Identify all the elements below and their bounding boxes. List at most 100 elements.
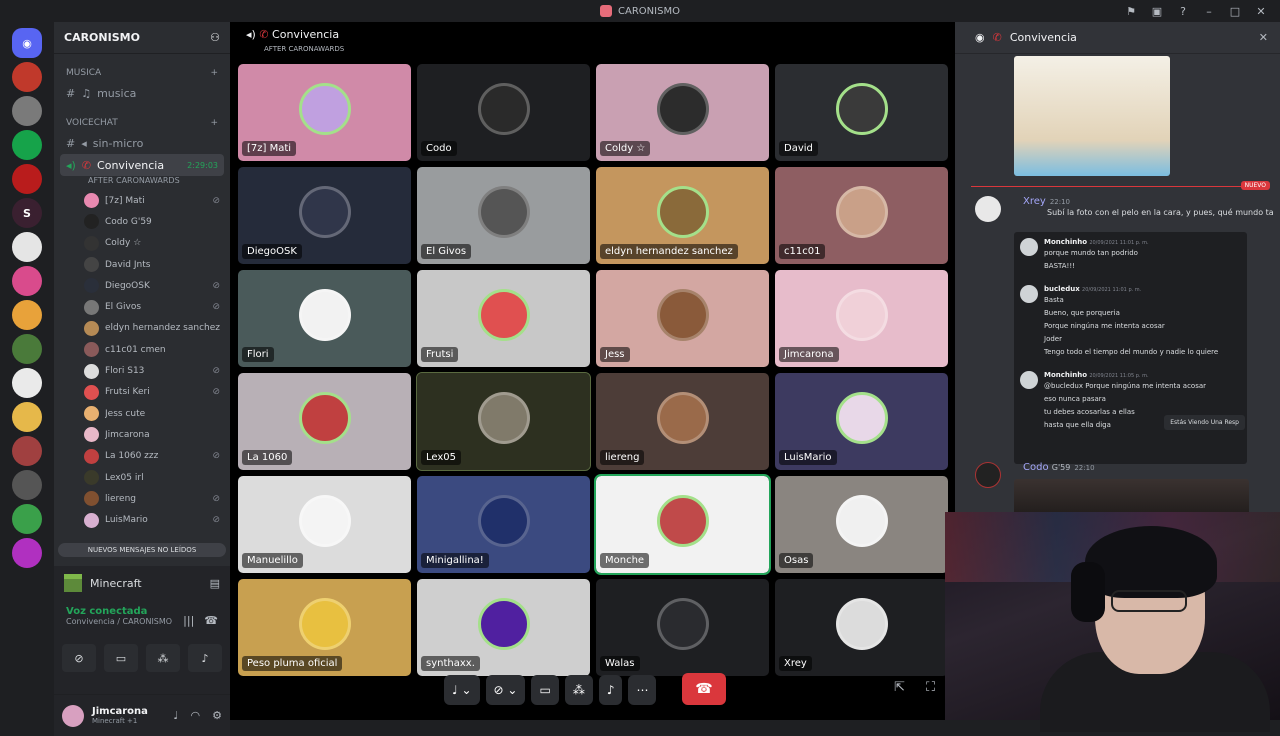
- participant-tile[interactable]: Osas: [775, 476, 948, 573]
- avatar[interactable]: [975, 196, 1001, 222]
- participant-tile[interactable]: Jimcarona: [775, 270, 948, 367]
- maximize-icon[interactable]: □: [1226, 2, 1244, 20]
- mic-icon[interactable]: ♩: [173, 709, 178, 722]
- add-member-icon[interactable]: ⚇: [210, 31, 220, 44]
- disconnect-button[interactable]: ☎: [682, 673, 726, 705]
- server-icon[interactable]: S: [12, 198, 42, 228]
- inbox-icon[interactable]: ⚑: [1122, 2, 1140, 20]
- participant-tile[interactable]: DiegoOSK: [238, 167, 411, 264]
- participant-tile[interactable]: Minigallina!: [417, 476, 590, 573]
- server-icon[interactable]: [12, 62, 42, 92]
- server-icon[interactable]: [12, 436, 42, 466]
- close-chat-icon[interactable]: ✕: [1259, 31, 1268, 44]
- close-icon[interactable]: ✕: [1252, 2, 1270, 20]
- channel-sin-micro[interactable]: # ◂ sin-micro: [54, 132, 230, 154]
- server-icon[interactable]: [12, 504, 42, 534]
- server-icon[interactable]: [12, 96, 42, 126]
- noise-suppression-icon[interactable]: |||: [183, 614, 194, 627]
- image-attachment[interactable]: [1014, 56, 1170, 176]
- server-icon[interactable]: [12, 470, 42, 500]
- category-musica[interactable]: MUSICA +: [54, 54, 230, 82]
- participant-tile[interactable]: Monche: [594, 474, 771, 575]
- participant-tile[interactable]: Flori: [238, 270, 411, 367]
- participant-tile[interactable]: Jess: [596, 270, 769, 367]
- add-channel-icon[interactable]: +: [210, 68, 218, 78]
- channel-convivencia[interactable]: ◂) ✆ Convivencia 2:29:03: [60, 154, 224, 176]
- participant-tile[interactable]: Walas: [596, 579, 769, 676]
- minimize-icon[interactable]: –: [1200, 2, 1218, 20]
- screen-share-button[interactable]: ▭: [531, 675, 559, 705]
- more-options-button[interactable]: ⋯: [628, 675, 657, 705]
- message-author[interactable]: Xrey 22:10: [1023, 196, 1070, 207]
- participant-tile[interactable]: Coldy ☆: [596, 64, 769, 161]
- voice-user[interactable]: Flori S13 ⊘: [54, 360, 230, 381]
- voice-user[interactable]: Codo G'59: [54, 211, 230, 232]
- participant-tile[interactable]: eldyn hernandez sanchez: [596, 167, 769, 264]
- category-voicechat[interactable]: VOICECHAT +: [54, 104, 230, 132]
- participant-tile[interactable]: Manuelillo: [238, 476, 411, 573]
- participant-tile[interactable]: La 1060: [238, 373, 411, 470]
- voice-user[interactable]: DiegoOSK ⊘: [54, 275, 230, 296]
- voice-user[interactable]: c11c01 cmen: [54, 339, 230, 360]
- activities-button[interactable]: ⁂: [564, 675, 593, 705]
- fullscreen-icon[interactable]: ⛶: [926, 680, 935, 695]
- activity-settings-icon[interactable]: ▤: [210, 577, 220, 590]
- participant-tile[interactable]: Xrey: [775, 579, 948, 676]
- screen-share-icon[interactable]: ▭: [104, 644, 138, 672]
- discord-home-icon[interactable]: ◉: [12, 28, 42, 58]
- soundboard-icon[interactable]: ♪: [188, 644, 222, 672]
- camera-off-icon[interactable]: ⊘: [62, 644, 96, 672]
- voice-user[interactable]: David Jnts: [54, 254, 230, 275]
- participant-tile[interactable]: Lex05: [416, 372, 591, 471]
- mic-toggle-button[interactable]: ♩ ⌄: [444, 675, 480, 705]
- voice-user[interactable]: Coldy ☆: [54, 233, 230, 254]
- voice-user[interactable]: Jimcarona: [54, 424, 230, 445]
- soundboard-button[interactable]: ♪: [598, 675, 623, 705]
- participant-tile[interactable]: [7z] Mati: [238, 64, 411, 161]
- server-icon[interactable]: [12, 538, 42, 568]
- disconnect-icon[interactable]: ☎: [204, 614, 218, 627]
- voice-user[interactable]: El Givos ⊘: [54, 296, 230, 317]
- server-icon[interactable]: [12, 368, 42, 398]
- popout-icon[interactable]: ⇱: [894, 680, 905, 695]
- screen-icon[interactable]: ▣: [1148, 2, 1166, 20]
- server-icon[interactable]: [12, 164, 42, 194]
- participant-tile[interactable]: David: [775, 64, 948, 161]
- server-icon[interactable]: [12, 232, 42, 262]
- message-author[interactable]: Codo G'59 22:10: [1023, 462, 1095, 473]
- screenshot-attachment[interactable]: Estás Viendo Una Resp Monchinho 20/09/20…: [1014, 232, 1247, 464]
- activities-icon[interactable]: ⁂: [146, 644, 180, 672]
- participant-tile[interactable]: c11c01: [775, 167, 948, 264]
- participant-tile[interactable]: Frutsi: [417, 270, 590, 367]
- help-icon[interactable]: ?: [1174, 2, 1192, 20]
- add-channel-icon[interactable]: +: [210, 118, 218, 128]
- avatar[interactable]: [975, 462, 1001, 488]
- participant-tile[interactable]: Peso pluma oficial: [238, 579, 411, 676]
- participant-tile[interactable]: El Givos: [417, 167, 590, 264]
- participant-tile[interactable]: liereng: [596, 373, 769, 470]
- guild-header[interactable]: CARONISMO ⚇: [54, 22, 230, 54]
- server-icon[interactable]: [12, 266, 42, 296]
- server-icon[interactable]: [12, 130, 42, 160]
- participant-tile[interactable]: LuisMario: [775, 373, 948, 470]
- voice-user[interactable]: Jess cute: [54, 403, 230, 424]
- voice-user[interactable]: liereng ⊘: [54, 488, 230, 509]
- server-icon[interactable]: [12, 300, 42, 330]
- channel-musica[interactable]: # ♫ musica: [54, 82, 230, 104]
- voice-user[interactable]: [7z] Mati ⊘: [54, 190, 230, 211]
- avatar[interactable]: [62, 704, 84, 727]
- new-messages-bar[interactable]: NUEVOS MENSAJES NO LEÍDOS: [58, 543, 226, 557]
- settings-icon[interactable]: ⚙: [212, 709, 222, 722]
- participant-tile[interactable]: Codo: [417, 64, 590, 161]
- voice-user[interactable]: eldyn hernandez sanchez: [54, 318, 230, 339]
- participant-tile[interactable]: synthaxx.: [417, 579, 590, 676]
- voice-user[interactable]: La 1060 zzz ⊘: [54, 446, 230, 467]
- voice-user[interactable]: LuisMario ⊘: [54, 509, 230, 530]
- camera-toggle-button[interactable]: ⊘ ⌄: [485, 675, 526, 705]
- headphones-icon[interactable]: ◠: [191, 709, 201, 722]
- server-icon[interactable]: [12, 402, 42, 432]
- voice-user[interactable]: Lex05 irl: [54, 467, 230, 488]
- server-icon[interactable]: [12, 334, 42, 364]
- activity-minecraft[interactable]: Minecraft ▤: [54, 566, 230, 600]
- voice-user[interactable]: Frutsi Keri ⊘: [54, 382, 230, 403]
